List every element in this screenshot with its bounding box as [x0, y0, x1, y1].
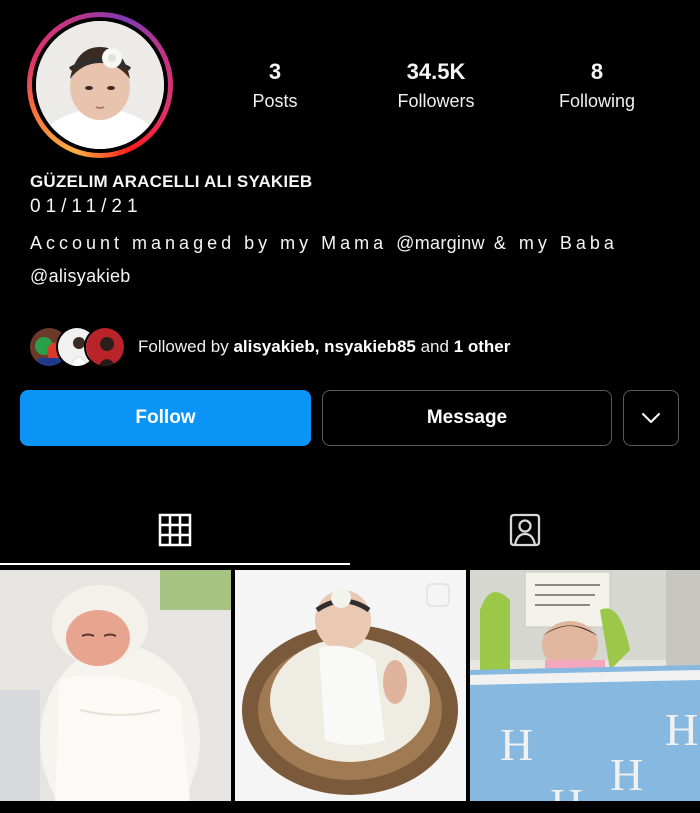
bio-date: 01/11/21: [30, 196, 143, 217]
tab-posts-grid[interactable]: [0, 495, 350, 565]
suggested-accounts-button[interactable]: [623, 390, 679, 446]
svg-text:H: H: [500, 719, 533, 770]
profile-avatar[interactable]: [27, 12, 173, 158]
bio-text: Account managed by my Mama @marginw & my…: [30, 227, 670, 293]
message-button[interactable]: Message: [322, 390, 612, 446]
followed-by-text: Followed by alisyakieb, nsyakieb85 and 1…: [138, 337, 510, 357]
bio-handle-mama[interactable]: @marginw: [396, 233, 485, 253]
followers-label: Followers: [397, 91, 475, 111]
following-label: Following: [558, 91, 636, 111]
followed-by-other: 1 other: [453, 337, 511, 356]
post-thumbnail[interactable]: [0, 570, 231, 801]
avatar-image: [36, 21, 164, 149]
following-count: 8: [590, 59, 604, 84]
bio-handle-baba[interactable]: @alisyakieb: [30, 266, 131, 286]
followers-count: 34.5K: [406, 59, 466, 84]
post-thumbnail[interactable]: H H H H: [470, 570, 700, 801]
followed-by-row[interactable]: Followed by alisyakieb, nsyakieb85 and 1…: [28, 325, 510, 369]
following-stat[interactable]: 8 Following: [527, 58, 667, 116]
svg-text:H: H: [610, 749, 643, 800]
active-tab-indicator: [0, 563, 350, 565]
posts-grid: H H H H: [0, 570, 700, 813]
followed-by-prefix: Followed by: [138, 337, 229, 356]
posts-label: Posts: [252, 91, 298, 111]
bio-text-b: & my Baba: [493, 233, 618, 253]
tab-tagged[interactable]: [350, 495, 700, 565]
profile-name: GÜZELIM ARACELLI ALI SYAKIEB: [30, 172, 313, 191]
followed-by-and: and: [420, 337, 449, 356]
post-thumbnail[interactable]: [235, 570, 466, 801]
chevron-down-icon: [642, 413, 660, 423]
bio-text-a: Account managed by my Mama: [30, 233, 388, 253]
tagged-icon: [509, 513, 541, 547]
svg-text:H: H: [665, 704, 698, 755]
follower-avatar-3: [84, 326, 126, 368]
followers-stat[interactable]: 34.5K Followers: [366, 58, 506, 116]
follow-button[interactable]: Follow: [20, 390, 311, 446]
posts-stat[interactable]: 3 Posts: [205, 58, 345, 116]
grid-icon: [158, 513, 192, 547]
posts-count: 3: [268, 59, 282, 84]
avatar-border: [32, 17, 168, 153]
svg-text:H: H: [550, 779, 583, 801]
followed-by-names: alisyakieb, nsyakieb85: [233, 337, 416, 356]
